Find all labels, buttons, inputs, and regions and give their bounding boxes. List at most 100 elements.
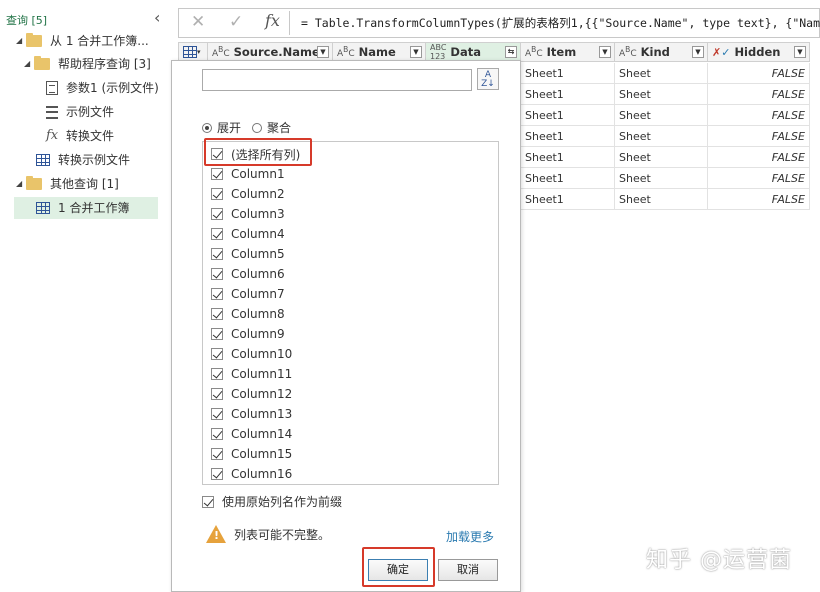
checkbox-checked-icon[interactable] [211, 188, 223, 200]
expand-triangle-icon[interactable]: ◢ [16, 173, 26, 195]
use-prefix-checkbox[interactable]: 使用原始列名作为前缀 [202, 493, 342, 510]
column-checkbox-item[interactable]: Column5 [211, 244, 285, 264]
column-header-source-name[interactable]: ABC Source.Name ▼ [207, 42, 333, 62]
checkbox-checked-icon[interactable] [202, 495, 214, 508]
checkbox-checked-icon[interactable] [211, 328, 223, 340]
checkbox-checked-icon[interactable] [211, 448, 223, 460]
filter-dropdown-icon[interactable]: ▼ [692, 46, 704, 58]
incomplete-list-warning: ! 列表可能不完整。 [206, 525, 330, 543]
column-checkbox-item[interactable]: Column13 [211, 404, 292, 424]
column-header-data[interactable]: ABC 123 Data ⇆ [425, 42, 521, 62]
query-group-merge[interactable]: ◢ 从 1 合并工作簿... [16, 30, 149, 52]
filter-dropdown-icon[interactable]: ▼ [599, 46, 611, 58]
use-prefix-label: 使用原始列名作为前缀 [222, 495, 343, 509]
checkbox-checked-icon[interactable] [211, 428, 223, 440]
load-more-link[interactable]: 加载更多 [446, 528, 494, 545]
column-checkbox-item[interactable]: Column8 [211, 304, 285, 324]
cell-kind[interactable]: Sheet [615, 126, 708, 147]
query-item-parameter[interactable]: 参数1 (示例文件) [46, 77, 159, 99]
checkbox-checked-icon[interactable] [211, 268, 223, 280]
cell-hidden[interactable]: FALSE [708, 63, 810, 84]
cell-item[interactable]: Sheet1 [521, 189, 615, 210]
cell-hidden[interactable]: FALSE [708, 147, 810, 168]
cell-kind[interactable]: Sheet [615, 147, 708, 168]
cell-hidden[interactable]: FALSE [708, 126, 810, 147]
mode-expand-radio[interactable]: 展开 [202, 119, 241, 136]
column-name-label: Column15 [231, 447, 293, 461]
queries-header[interactable]: 查询 [5] [6, 12, 47, 28]
column-header-label: Hidden [734, 45, 781, 59]
checkbox-checked-icon[interactable] [211, 388, 223, 400]
checkbox-checked-icon[interactable] [211, 288, 223, 300]
query-group-other[interactable]: ◢ 其他查询 [1] [16, 173, 119, 195]
column-checkbox-item[interactable]: Column12 [211, 384, 292, 404]
cell-hidden[interactable]: FALSE [708, 84, 810, 105]
cell-kind[interactable]: Sheet [615, 189, 708, 210]
query-item-sample-file[interactable]: 示例文件 [46, 101, 114, 123]
column-header-item[interactable]: ABC Item ▼ [520, 42, 615, 62]
column-name-label: Column1 [231, 167, 285, 181]
cell-item[interactable]: Sheet1 [521, 63, 615, 84]
table-menu-button[interactable]: ▾ [178, 42, 208, 62]
cell-item[interactable]: Sheet1 [521, 105, 615, 126]
column-header-label: Data [450, 45, 481, 59]
column-checkbox-item[interactable]: Column15 [211, 444, 292, 464]
query-group-helpers[interactable]: ◢ 帮助程序查询 [3] [24, 53, 151, 75]
cell-item[interactable]: Sheet1 [521, 126, 615, 147]
cell-item[interactable]: Sheet1 [521, 168, 615, 189]
cell-kind[interactable]: Sheet [615, 105, 708, 126]
sort-az-icon[interactable]: A Z↓ [477, 68, 499, 90]
query-item-transform-file[interactable]: fx 转换文件 [46, 125, 114, 147]
checkbox-checked-icon[interactable] [211, 468, 223, 480]
collapse-pane-icon[interactable]: ‹ [154, 8, 160, 27]
checkbox-checked-icon[interactable] [211, 168, 223, 180]
column-search-input[interactable] [202, 69, 472, 91]
column-checkbox-item[interactable]: Column9 [211, 324, 285, 344]
column-checkbox-item[interactable]: Column2 [211, 184, 285, 204]
column-checkbox-list[interactable]: (选择所有列) Column1 Column2 Column3 Column4 … [202, 141, 499, 485]
column-header-kind[interactable]: ABC Kind ▼ [614, 42, 708, 62]
query-item-merged-workbook[interactable]: 1 合并工作簿 [14, 197, 158, 219]
column-checkbox-item[interactable]: Column16 [211, 464, 292, 484]
cell-item[interactable]: Sheet1 [521, 147, 615, 168]
cell-hidden[interactable]: FALSE [708, 105, 810, 126]
checkbox-checked-icon[interactable] [211, 348, 223, 360]
column-checkbox-item[interactable]: Column10 [211, 344, 292, 364]
checkbox-checked-icon[interactable] [211, 308, 223, 320]
checkbox-checked-icon[interactable] [211, 408, 223, 420]
column-header-label: Item [546, 45, 577, 59]
filter-dropdown-icon[interactable]: ▼ [794, 46, 806, 58]
cell-kind[interactable]: Sheet [615, 84, 708, 105]
query-item-transform-sample[interactable]: 转换示例文件 [36, 149, 130, 171]
cell-item[interactable]: Sheet1 [521, 84, 615, 105]
expand-column-icon[interactable]: ⇆ [505, 46, 517, 58]
confirm-formula-icon[interactable]: ✓ [229, 12, 243, 32]
fx-icon[interactable]: fx [265, 11, 280, 30]
cell-hidden[interactable]: FALSE [708, 189, 810, 210]
checkbox-checked-icon[interactable] [211, 228, 223, 240]
column-name-label: Column14 [231, 427, 293, 441]
expand-triangle-icon[interactable]: ◢ [24, 53, 34, 75]
column-checkbox-item[interactable]: Column14 [211, 424, 292, 444]
checkbox-checked-icon[interactable] [211, 368, 223, 380]
cancel-button[interactable]: 取消 [438, 559, 498, 581]
column-checkbox-item[interactable]: Column4 [211, 224, 285, 244]
mode-aggregate-radio[interactable]: 聚合 [252, 119, 291, 136]
checkbox-checked-icon[interactable] [211, 208, 223, 220]
column-checkbox-item[interactable]: Column1 [211, 164, 285, 184]
cell-kind[interactable]: Sheet [615, 63, 708, 84]
filter-dropdown-icon[interactable]: ▼ [410, 46, 422, 58]
expand-triangle-icon[interactable]: ◢ [16, 30, 26, 52]
formula-input[interactable]: = Table.TransformColumnTypes(扩展的表格列1,{{"… [301, 15, 820, 31]
cell-hidden[interactable]: FALSE [708, 168, 810, 189]
column-header-name[interactable]: ABC Name ▼ [332, 42, 426, 62]
column-checkbox-item[interactable]: Column11 [211, 364, 292, 384]
column-checkbox-item[interactable]: Column6 [211, 264, 285, 284]
filter-dropdown-icon[interactable]: ▼ [317, 46, 329, 58]
checkbox-checked-icon[interactable] [211, 248, 223, 260]
column-header-hidden[interactable]: ✗✓ Hidden ▼ [707, 42, 810, 62]
cell-kind[interactable]: Sheet [615, 168, 708, 189]
column-checkbox-item[interactable]: Column3 [211, 204, 285, 224]
column-checkbox-item[interactable]: Column7 [211, 284, 285, 304]
cancel-formula-icon[interactable]: ✕ [191, 12, 205, 32]
